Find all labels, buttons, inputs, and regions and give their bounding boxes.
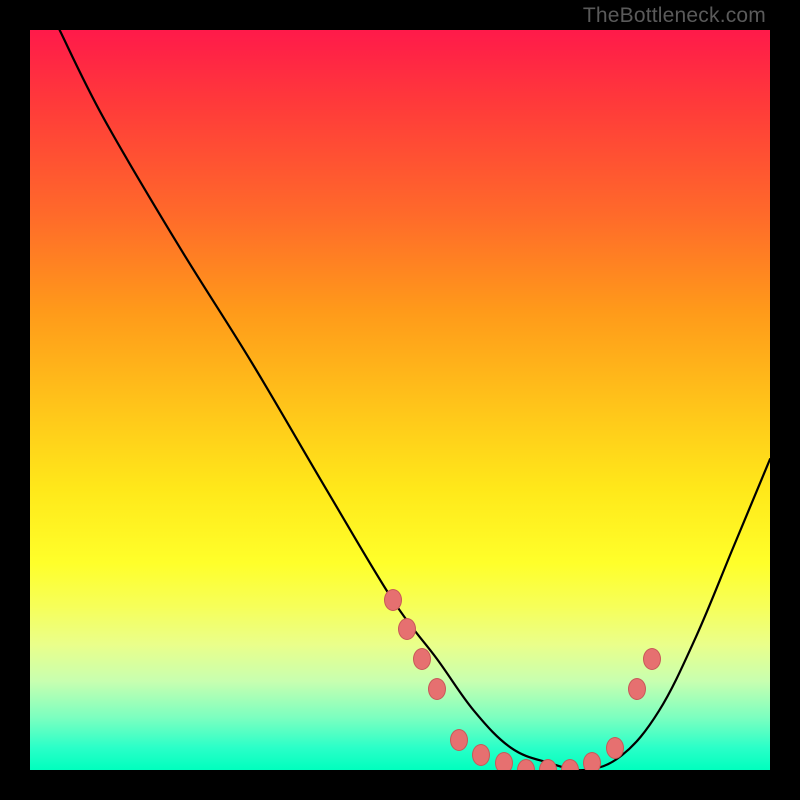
data-point: [495, 752, 513, 770]
data-point: [472, 744, 490, 766]
data-point: [413, 648, 431, 670]
data-point: [643, 648, 661, 670]
data-point: [583, 752, 601, 770]
data-point: [428, 678, 446, 700]
plot-area: [30, 30, 770, 770]
chart-frame: TheBottleneck.com: [0, 0, 800, 800]
data-point: [606, 737, 624, 759]
data-point: [384, 589, 402, 611]
data-point: [450, 729, 468, 751]
attribution-text: TheBottleneck.com: [583, 4, 766, 28]
data-point: [398, 618, 416, 640]
data-point: [628, 678, 646, 700]
